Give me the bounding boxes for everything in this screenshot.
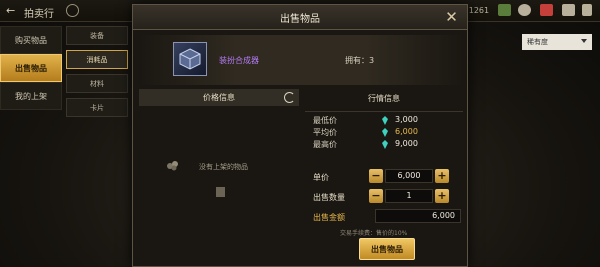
fee-text: 交易手续费：售价的10%	[340, 230, 408, 237]
market-row-highest: 最高价 9,000	[313, 139, 453, 151]
market-label: 最高价	[313, 140, 337, 149]
unit-price-row: 单价 − 6,000 +	[305, 169, 463, 185]
market-value: 3,000	[395, 115, 418, 124]
total-row: 出售金额 6,000	[305, 209, 463, 225]
gem-icon	[382, 140, 388, 149]
item-row: 装扮合成器 拥有：3	[139, 35, 463, 85]
sell-item-dialog: 出售物品 ✕ 装扮合成器 拥有：3 价格信息 没有上架的物品 行情信息 最低价 …	[132, 4, 468, 267]
nav-my-listings[interactable]: 我的上架	[0, 82, 62, 110]
subcat-materials[interactable]: 材料	[66, 74, 128, 93]
chat-icon[interactable]	[562, 4, 575, 16]
owned-value: 3	[369, 56, 375, 65]
quantity-label: 出售数量	[313, 193, 345, 202]
subcat-consumables[interactable]: 消耗品	[66, 50, 128, 69]
price-plus-button[interactable]: +	[435, 169, 449, 183]
unit-price-input[interactable]: 6,000	[385, 169, 433, 183]
empty-box-icon	[167, 161, 178, 171]
subcat-equipment[interactable]: 装备	[66, 26, 128, 45]
quantity-plus-button[interactable]: +	[435, 189, 449, 203]
item-slot-icon	[216, 187, 225, 197]
market-info-title: 行情信息	[368, 94, 400, 103]
nav-sell-items[interactable]: 出售物品	[0, 54, 62, 82]
price-info-panel: 价格信息 没有上架的物品	[139, 89, 299, 264]
rarity-filter-dropdown[interactable]: 稀有度	[522, 34, 592, 50]
sell-item-button[interactable]: 出售物品	[359, 238, 415, 260]
market-row-average: 平均价 6,000	[313, 127, 453, 139]
event-icon[interactable]	[518, 4, 531, 16]
refresh-icon[interactable]	[284, 92, 295, 103]
subcat-cards[interactable]: 卡片	[66, 98, 128, 117]
back-arrow-icon[interactable]: ←	[6, 4, 15, 17]
mail-icon[interactable]	[540, 4, 553, 16]
market-value: 9,000	[395, 139, 418, 148]
page-title: 拍卖行	[24, 9, 54, 20]
dialog-title: 出售物品	[280, 13, 320, 25]
total-amount: 6,000	[375, 209, 461, 223]
total-label: 出售金额	[313, 213, 345, 222]
market-value: 6,000	[395, 127, 418, 136]
market-price-list: 最低价 3,000 平均价 6,000 最高价 9,000	[305, 111, 463, 153]
gem-icon	[382, 128, 388, 137]
quantity-row: 出售数量 − 1 +	[305, 189, 463, 205]
price-info-title: 价格信息	[203, 93, 235, 102]
gem-icon	[382, 116, 388, 125]
quantity-input[interactable]: 1	[385, 189, 433, 203]
costume-synthesizer-icon	[173, 42, 207, 76]
dialog-header: 出售物品 ✕	[133, 5, 467, 30]
owned-count: 拥有：3	[345, 55, 374, 66]
market-label: 平均价	[313, 128, 337, 137]
dropdown-selected: 稀有度	[527, 38, 548, 46]
item-name: 装扮合成器	[219, 56, 259, 65]
cube-icon	[179, 48, 201, 70]
nav-buy-items[interactable]: 购买物品	[0, 26, 62, 54]
currency-icon	[498, 4, 511, 16]
owned-label: 拥有：	[345, 56, 369, 65]
market-label: 最低价	[313, 116, 337, 125]
price-minus-button[interactable]: −	[369, 169, 383, 183]
price-info-header: 价格信息	[139, 89, 299, 106]
close-icon[interactable]: ✕	[442, 8, 461, 27]
quantity-minus-button[interactable]: −	[369, 189, 383, 203]
unit-price-label: 单价	[313, 173, 329, 182]
chevron-down-icon	[581, 39, 587, 43]
battery-icon	[582, 4, 592, 16]
market-row-lowest: 最低价 3,000	[313, 115, 453, 127]
history-icon[interactable]	[66, 4, 79, 17]
empty-listing-text: 没有上架的物品	[199, 163, 248, 171]
